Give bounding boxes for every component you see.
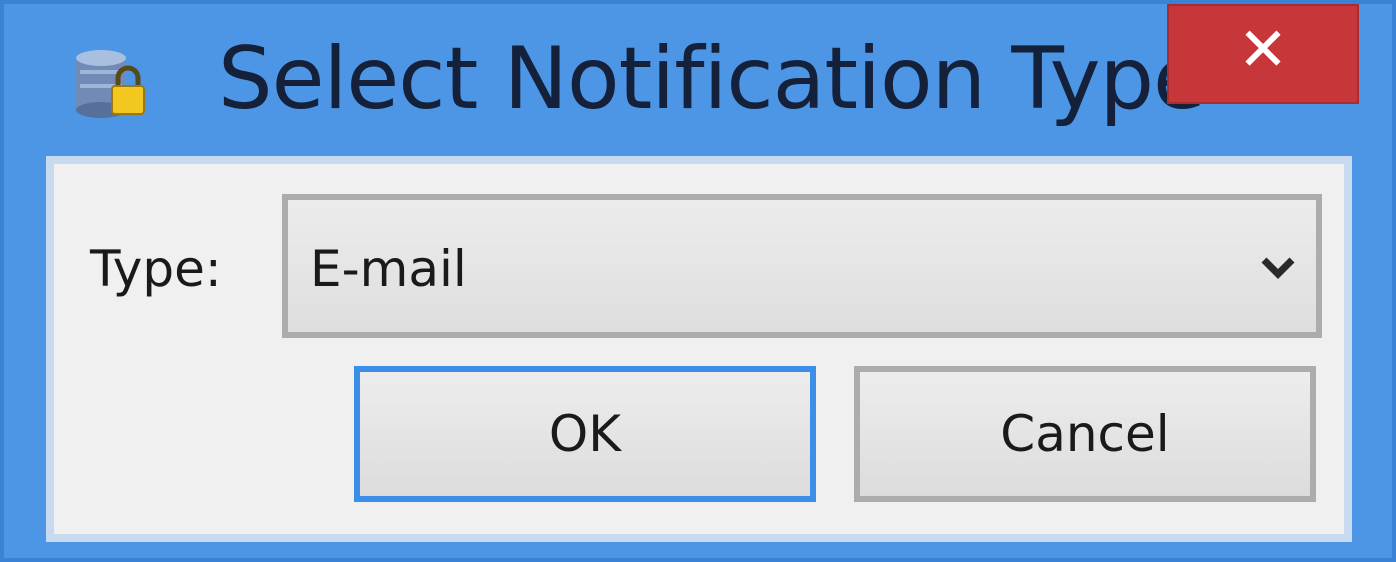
database-lock-icon — [70, 48, 156, 120]
ok-button[interactable]: OK — [354, 366, 816, 502]
dialog-content: Type: E-mail OK Cancel — [46, 156, 1352, 542]
type-label: Type: — [90, 240, 222, 298]
chevron-down-icon — [1254, 244, 1302, 292]
title-bar[interactable]: Select Notification Type ✕ — [4, 4, 1392, 154]
cancel-button[interactable]: Cancel — [854, 366, 1316, 502]
dialog-window: Select Notification Type ✕ Type: E-mail … — [0, 0, 1396, 562]
close-icon: ✕ — [1237, 15, 1289, 85]
type-dropdown-value: E-mail — [310, 240, 467, 298]
window-title: Select Notification Type — [218, 29, 1206, 129]
type-dropdown[interactable]: E-mail — [282, 194, 1322, 338]
close-button[interactable]: ✕ — [1167, 4, 1359, 104]
